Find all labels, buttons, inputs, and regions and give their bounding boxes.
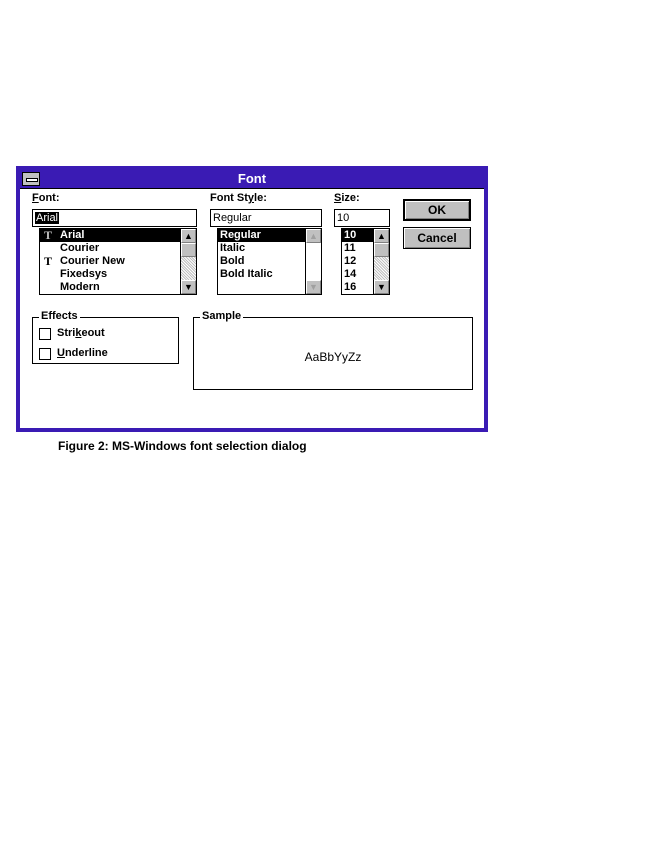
sample-title: Sample [200,310,244,322]
font-dialog: Font Font: Arial T Arial Courier T Courier N… [16,166,488,432]
font-style-scrollbar: ▲ ▼ [305,229,321,294]
size-list[interactable]: 10 11 12 14 16 ▲ ▼ [341,228,390,295]
window-title: Font [237,171,267,186]
title-bar[interactable]: Font [20,170,484,189]
font-style-list-item-label: Bold [220,255,245,267]
dialog-client: Font: Arial T Arial Courier T Courier New Fix… [20,189,484,428]
scroll-track[interactable] [181,257,196,281]
font-style-list-item-label: Bold Italic [220,268,273,280]
underline-label[interactable]: Underline [57,347,108,359]
font-name-value: Arial [35,212,60,224]
ok-button[interactable]: OK [403,199,471,221]
font-list-item[interactable]: T Courier New [40,255,196,268]
font-list-item-label: Modern [60,281,100,293]
scroll-thumb[interactable] [374,243,389,257]
truetype-icon: T [44,254,53,268]
sample-text: AaBbYyZz [304,350,362,364]
strikeout-label[interactable]: Strikeout [57,327,105,339]
size-list-item-label: 14 [344,268,357,280]
font-list[interactable]: T Arial Courier T Courier New Fixedsys Modern … [39,228,197,295]
size-input[interactable]: 10 [334,209,390,227]
scroll-up-icon: ▲ [306,229,321,243]
font-list-item[interactable]: Fixedsys [40,268,196,281]
font-name-input[interactable]: Arial [32,209,197,227]
font-style-list-item-label: Italic [220,242,246,254]
scroll-track[interactable] [374,257,389,281]
scroll-down-icon[interactable]: ▼ [181,280,196,294]
font-label: Font: [32,192,60,204]
sample-group: Sample AaBbYyZz [193,310,473,390]
strikeout-checkbox[interactable] [39,328,51,340]
font-style-label: Font Style: [210,192,267,204]
scroll-up-icon[interactable]: ▲ [181,229,196,243]
effects-title: Effects [39,310,80,322]
size-list-item-label: 16 [344,281,357,293]
font-style-value: Regular [213,212,252,224]
dialog-frame: Font Font: Arial T Arial Courier T Courier N… [20,170,484,428]
figure-caption: Figure 2: MS-Windows font selection dial… [58,439,307,453]
scroll-thumb[interactable] [181,243,196,257]
size-list-item-label: 10 [344,229,357,241]
size-list-item-label: 12 [344,255,357,267]
scroll-down-icon: ▼ [306,280,321,294]
font-list-item[interactable]: Courier [40,242,196,255]
font-list-scrollbar[interactable]: ▲ ▼ [180,229,196,294]
font-style-list[interactable]: Regular Italic Bold Bold Italic ▲ ▼ [217,228,322,295]
font-style-input[interactable]: Regular [210,209,322,227]
cancel-button[interactable]: Cancel [403,227,471,249]
truetype-icon: T [44,228,53,242]
scroll-down-icon[interactable]: ▼ [374,280,389,294]
size-value: 10 [337,212,350,224]
font-list-item[interactable]: Modern [40,281,196,294]
font-list-item-label: Fixedsys [60,268,108,280]
font-list-items: T Arial Courier T Courier New Fixedsys Modern [40,229,196,294]
scroll-up-icon[interactable]: ▲ [374,229,389,243]
size-label: Size: [334,192,360,204]
font-list-item-label: Courier [60,242,100,254]
font-list-item-label: Arial [60,229,85,241]
size-list-item-label: 11 [344,242,356,254]
font-style-list-item-label: Regular [220,229,261,241]
font-list-item-label: Courier New [60,255,125,267]
font-list-item[interactable]: T Arial [40,229,196,242]
effects-group: Effects Strikeout Underline [32,310,179,364]
size-list-scrollbar[interactable]: ▲ ▼ [373,229,389,294]
underline-checkbox[interactable] [39,348,51,360]
